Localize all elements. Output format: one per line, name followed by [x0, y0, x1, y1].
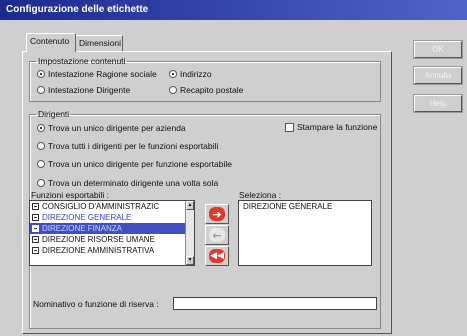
function-icon: [32, 247, 39, 254]
list-item[interactable]: CONSIGLIO D'AMMINISTRAZIC: [30, 201, 194, 212]
tab-panel-contenuto: Impostazione contenuti Intestazione Ragi…: [22, 51, 392, 334]
list-item-label: DIREZIONE GENERALE: [243, 202, 333, 211]
seleziona-label: Seleziona :: [239, 190, 282, 200]
tab-dimensioni[interactable]: Dimensioni: [75, 35, 123, 51]
double-arrow-left-icon: ◀◀: [209, 249, 225, 263]
radio-icon: [169, 86, 177, 94]
radio-recapito-postale[interactable]: Recapito postale: [169, 85, 243, 95]
radio-icon: [37, 86, 45, 94]
arrow-left-icon: ←: [209, 228, 225, 242]
stampare-funzione-checkbox[interactable]: Stampare la funzione: [285, 122, 377, 132]
function-icon: [32, 225, 39, 232]
function-icon: [32, 236, 39, 243]
radio-label: Recapito postale: [180, 85, 244, 95]
function-icon: [32, 214, 39, 221]
title-bar: Configurazione delle etichette: [0, 0, 467, 20]
list-item-label: DIREZIONE RISORSE UMANE: [42, 235, 155, 244]
impostazione-group: Impostazione contenuti: [29, 56, 381, 102]
list-item-label: DIREZIONE FINANZA: [42, 224, 123, 233]
funzioni-label: Funzioni esportabili :: [31, 190, 109, 200]
nominativo-input[interactable]: [173, 297, 377, 310]
radio-intestazione-dirigente[interactable]: Intestazione Dirigente: [37, 85, 130, 95]
radio-determinato-dirigente[interactable]: Trova un determinato dirigente una volta…: [37, 178, 218, 188]
list-item-label: DIREZIONE GENERALE: [42, 213, 132, 222]
dialog-body: Dimensioni Contenuto Impostazione conten…: [0, 20, 467, 336]
radio-unico-per-funzione[interactable]: Trova un unico dirigente per funzione es…: [37, 159, 232, 169]
radio-label: Trova un unico dirigente per funzione es…: [48, 159, 232, 169]
list-item[interactable]: DIREZIONE GENERALE: [239, 201, 371, 212]
remove-button[interactable]: ←: [205, 225, 229, 245]
scroll-up-icon[interactable]: ▲: [186, 201, 194, 210]
list-item[interactable]: DIREZIONE RISORSE UMANE: [30, 234, 194, 245]
radio-intestazione-ragione[interactable]: Intestazione Ragione sociale: [37, 69, 157, 79]
impostazione-legend: Impostazione contenuti: [38, 56, 126, 66]
radio-label: Trova tutti i dirigenti per le funzioni …: [48, 141, 219, 151]
remove-all-button[interactable]: ◀◀: [205, 246, 229, 266]
arrow-right-icon: ➔: [209, 207, 225, 221]
radio-icon: [169, 70, 177, 78]
radio-label: Trova un unico dirigente per azienda: [48, 123, 186, 133]
help-button[interactable]: Help: [414, 95, 462, 112]
function-icon: [32, 203, 39, 210]
radio-label: Intestazione Dirigente: [48, 85, 131, 95]
list-item[interactable]: DIREZIONE GENERALE: [30, 212, 194, 223]
radio-label: Trova un determinato dirigente una volta…: [48, 178, 219, 188]
dirigenti-legend: Dirigenti: [38, 109, 70, 119]
checkbox-label: Stampare la funzione: [297, 122, 378, 132]
annulla-button[interactable]: Annulla: [414, 67, 462, 84]
radio-tutti-dirigenti[interactable]: Trova tutti i dirigenti per le funzioni …: [37, 141, 218, 151]
nominativo-label: Nominativo o funzione di riserva :: [33, 299, 159, 309]
list-item-label: DIREZIONE AMMINISTRATIVA: [42, 246, 155, 255]
funzioni-scrollbar[interactable]: ▲ ▼: [185, 201, 194, 265]
ok-button[interactable]: OK: [414, 41, 462, 58]
list-item[interactable]: DIREZIONE AMMINISTRATIVA: [30, 245, 194, 256]
radio-indirizzo[interactable]: Indirizzo: [169, 69, 212, 79]
list-item-label: CONSIGLIO D'AMMINISTRAZIC: [42, 202, 160, 211]
tab-contenuto[interactable]: Contenuto: [26, 33, 76, 52]
radio-label: Indirizzo: [180, 69, 212, 79]
radio-icon: [37, 70, 45, 78]
add-button[interactable]: ➔: [205, 204, 229, 224]
radio-unico-per-azienda[interactable]: Trova un unico dirigente per azienda: [37, 123, 186, 133]
list-item-selected[interactable]: DIREZIONE FINANZA: [30, 223, 194, 234]
radio-label: Intestazione Ragione sociale: [48, 69, 157, 79]
radio-icon: [37, 160, 45, 168]
radio-icon: [37, 124, 45, 132]
scroll-down-icon[interactable]: ▼: [186, 256, 194, 265]
window-title: Configurazione delle etichette: [6, 4, 149, 15]
funzioni-listbox[interactable]: CONSIGLIO D'AMMINISTRAZIC DIREZIONE GENE…: [29, 200, 195, 266]
checkbox-icon: [285, 122, 294, 132]
radio-icon: [37, 179, 45, 187]
radio-icon: [37, 142, 45, 150]
seleziona-listbox[interactable]: DIREZIONE GENERALE: [238, 200, 372, 266]
